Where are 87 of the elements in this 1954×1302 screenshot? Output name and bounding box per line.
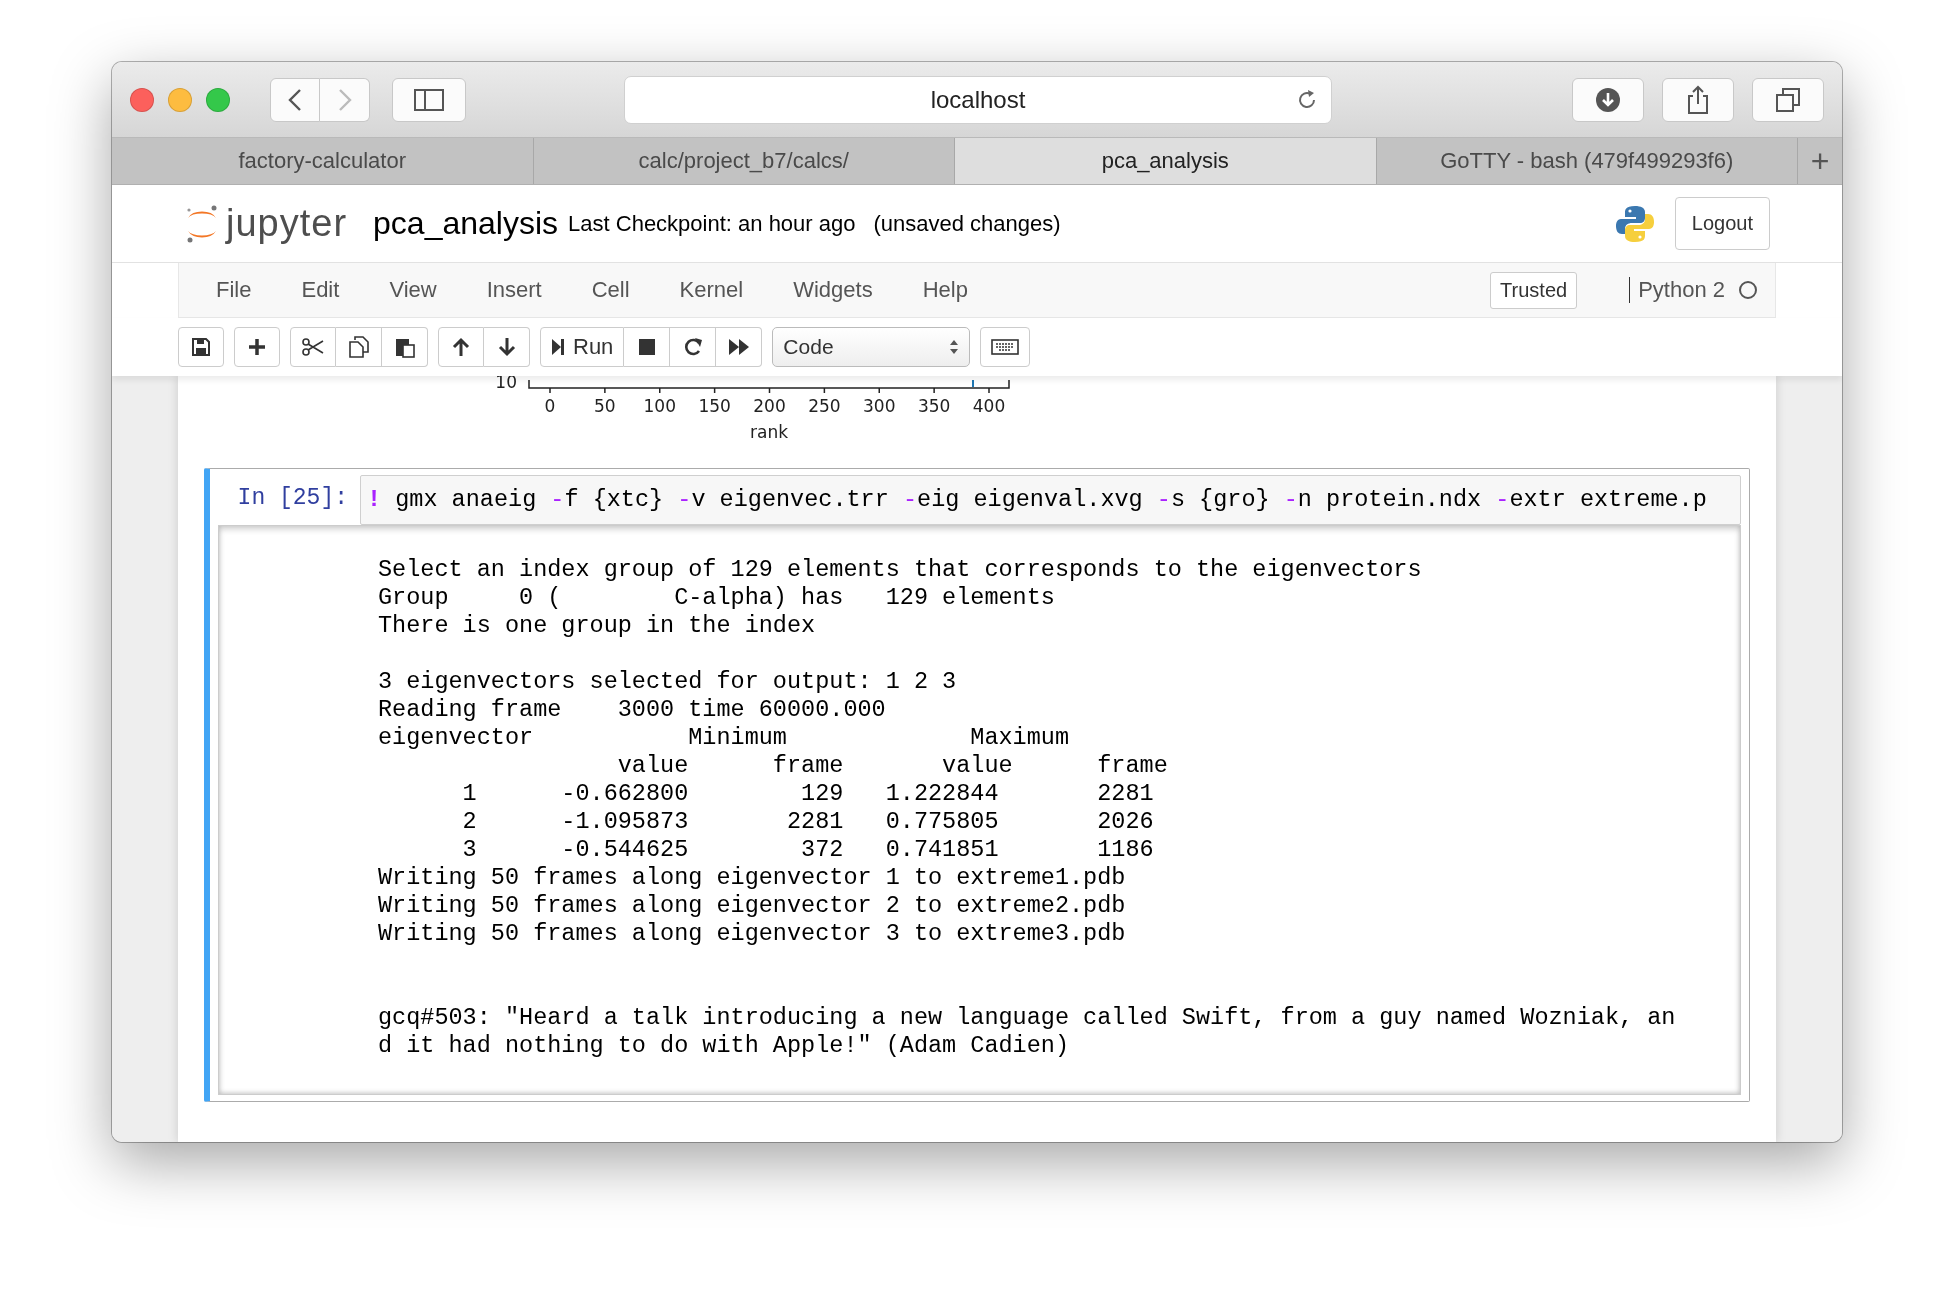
- output-line: There is one group in the index: [378, 612, 817, 640]
- output-line: 3 -0.544625 372 0.741851 1186: [461, 836, 1155, 864]
- menu-item[interactable]: Edit: [276, 277, 365, 303]
- paste-button[interactable]: [382, 327, 428, 367]
- save-status: (unsaved changes): [873, 210, 1061, 237]
- arrow-down-icon: [496, 337, 517, 357]
- share-button[interactable]: [1662, 77, 1734, 122]
- interrupt-button[interactable]: [624, 327, 671, 367]
- x-tick-label: 150: [698, 396, 731, 416]
- address-bar[interactable]: localhost: [624, 75, 1332, 124]
- output-line: Select an index group of 129 elements that corresponds to the eigenvectors: [378, 556, 1423, 584]
- menu-item[interactable]: Insert: [461, 277, 567, 303]
- run-button[interactable]: Run: [540, 327, 625, 367]
- input-prompt: In [25]:: [236, 484, 349, 513]
- sidebar-icon: [414, 88, 444, 111]
- output-line: gcq#503: "Heard a talk introducing a new language called Swift, from a guy named Wozniak, an: [378, 1004, 1677, 1032]
- python-logo-icon: [1614, 203, 1655, 244]
- x-tick-label: 100: [643, 396, 676, 416]
- move-down-button[interactable]: [484, 327, 530, 367]
- x-tick-label: 250: [808, 396, 841, 416]
- keyboard-icon: [991, 339, 1020, 355]
- menu-item[interactable]: Kernel: [654, 277, 769, 303]
- caret-icon: [949, 339, 960, 355]
- output-line: eigenvector Minimum Maximum: [378, 724, 1070, 752]
- back-button[interactable]: [270, 77, 320, 122]
- plus-icon: [248, 338, 266, 356]
- back-icon: [288, 87, 302, 112]
- restart-button[interactable]: [670, 327, 717, 367]
- kernel-name: Python 2: [1629, 277, 1725, 303]
- download-button[interactable]: [1572, 77, 1644, 122]
- copy-button[interactable]: [336, 327, 382, 367]
- code-line: ! gmx anaeig -f {xtc} -v eigenvec.trr -eig eigenval.xvg -s {gro} -n protein.ndx -extr extreme.p: [367, 485, 1708, 515]
- output-line: Reading frame 3000 time 60000.000: [378, 696, 887, 724]
- download-icon: [1595, 86, 1621, 113]
- code-input[interactable]: ! gmx anaeig -f {xtc} -v eigenvec.trr -eig eigenval.xvg -s {gro} -n protein.ndx -extr extreme.p: [360, 475, 1741, 525]
- checkpoint-status: Last Checkpoint: an hour ago: [568, 210, 856, 237]
- menu-item[interactable]: View: [364, 277, 462, 303]
- logo-text: jupyter: [226, 202, 348, 245]
- close-button[interactable]: [130, 87, 154, 112]
- output-line: 3 eigenvectors selected for output: 1 2 3: [378, 668, 958, 696]
- x-tick-label: 200: [753, 396, 786, 416]
- trusted-indicator[interactable]: Trusted: [1490, 271, 1578, 309]
- output-line: d it had nothing to do with Apple!" (Adam Cadien): [378, 1032, 1070, 1060]
- new-tab-button[interactable]: +: [1798, 138, 1842, 184]
- keyboard-shortcuts-button[interactable]: [980, 327, 1031, 367]
- sidebar-button[interactable]: [392, 77, 466, 122]
- share-icon: [1686, 84, 1710, 115]
- address-text: localhost: [930, 85, 1026, 114]
- output-line: Writing 50 frames along eigenvector 1 to extreme1.pdb: [378, 864, 1127, 892]
- restart-icon: [682, 337, 703, 357]
- y-tick-label: 10: [495, 376, 517, 392]
- step-forward-icon: [551, 338, 565, 356]
- move-up-button[interactable]: [438, 327, 484, 367]
- insert-cell-button[interactable]: [234, 327, 280, 367]
- x-tick-label: 400: [972, 396, 1006, 416]
- forward-icon: [337, 87, 352, 112]
- menu-item[interactable]: File: [191, 277, 277, 303]
- x-tick-label: 300: [863, 396, 896, 416]
- x-tick-label: 350: [917, 396, 951, 416]
- output-line: 1 -0.662800 129 1.222844 2281: [461, 780, 1155, 808]
- fast-forward-icon: [727, 338, 750, 356]
- plot-line: [972, 379, 974, 388]
- scissors-icon: [302, 337, 324, 357]
- logout-button[interactable]: Logout: [1674, 197, 1770, 250]
- clipboard-icon: [394, 336, 415, 358]
- notebook-name[interactable]: pca_analysis: [373, 205, 559, 242]
- copy-icon: [348, 336, 369, 358]
- x-axis-label: rank: [750, 422, 788, 442]
- x-tick-label: 50: [594, 396, 616, 416]
- tabs-icon: [1775, 86, 1801, 113]
- menu-item[interactable]: Help: [897, 277, 993, 303]
- output-line: Group 0 ( C-alpha) has 129 elements: [378, 584, 1056, 612]
- output-line: 2 -1.095873 2281 0.775805 2026: [461, 808, 1155, 836]
- save-button[interactable]: [178, 327, 224, 367]
- cut-button[interactable]: [290, 327, 336, 367]
- x-tick-label: 0: [544, 396, 556, 416]
- arrow-up-icon: [451, 337, 471, 357]
- cell-type-dropdown[interactable]: Code: [772, 327, 971, 367]
- menu-item[interactable]: Widgets: [768, 277, 898, 303]
- stop-icon: [637, 338, 656, 356]
- menu-item[interactable]: Cell: [566, 277, 655, 303]
- restart-run-all-button[interactable]: [716, 327, 763, 367]
- tabs-overview-button[interactable]: [1752, 77, 1824, 122]
- output-line: Writing 50 frames along eigenvector 3 to extreme3.pdb: [378, 920, 1127, 948]
- output-line: value frame value frame: [616, 752, 1169, 780]
- output-line: Writing 50 frames along eigenvector 2 to extreme2.pdb: [378, 892, 1127, 920]
- browser-tab[interactable]: pca_analysis: [955, 138, 1377, 184]
